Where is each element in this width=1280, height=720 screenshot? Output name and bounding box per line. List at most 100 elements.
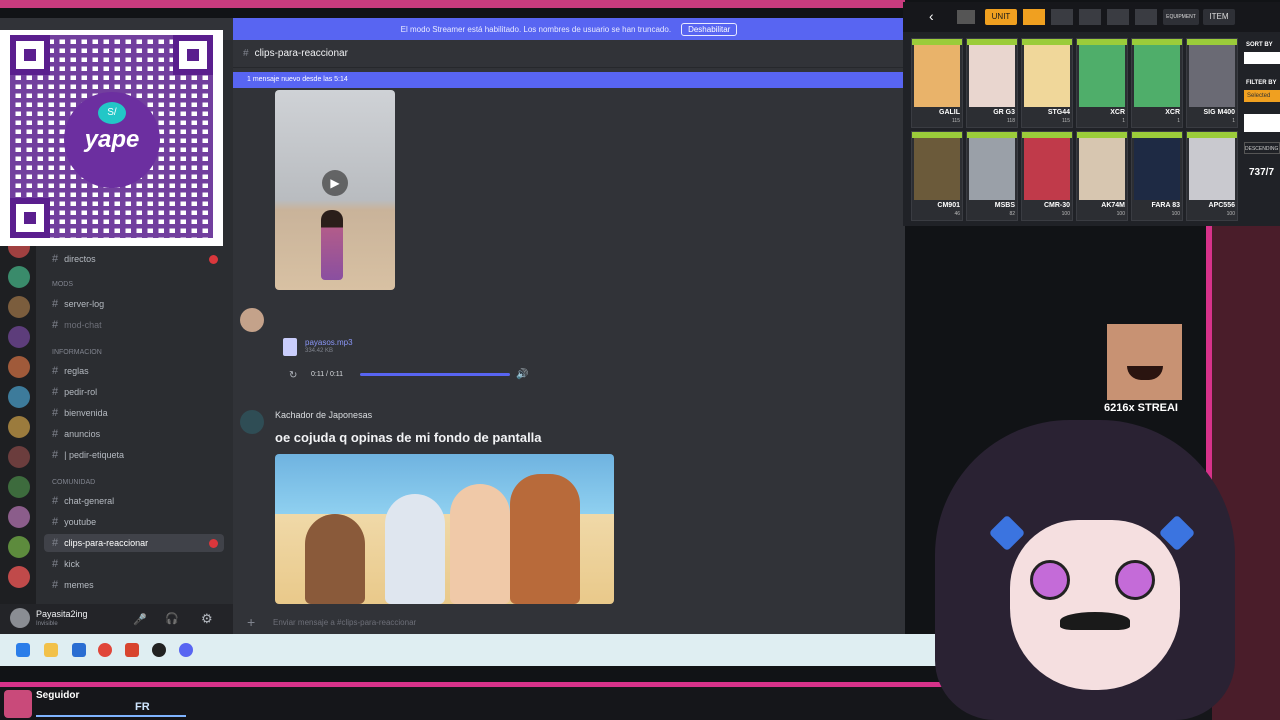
hash-icon: #	[52, 319, 59, 331]
unit-card[interactable]: STG44 115	[1021, 38, 1073, 128]
disable-streamer-mode-button[interactable]: Deshabilitar	[681, 22, 738, 36]
chrome-icon[interactable]	[98, 643, 112, 657]
store-icon[interactable]	[72, 643, 86, 657]
file-explorer-icon[interactable]	[44, 643, 58, 657]
unit-card[interactable]: CM901 46	[911, 131, 963, 221]
server-icon[interactable]	[8, 506, 30, 528]
unit-card[interactable]: AK74M 100	[1076, 131, 1128, 221]
audio-filename[interactable]: payasos.mp3	[305, 338, 353, 347]
user-panel: Payasita2ing Invisible 🎤 🎧 ⚙	[0, 604, 233, 634]
unit-portrait	[1079, 138, 1125, 200]
server-icon[interactable]	[8, 326, 30, 348]
mute-icon[interactable]: 🎤	[133, 613, 147, 626]
audio-progress[interactable]	[360, 373, 510, 376]
unit-card[interactable]: SIG M400 1	[1186, 38, 1238, 128]
channel-pedir-etiqueta[interactable]: # | pedir-etiqueta	[44, 446, 224, 464]
message-text: oe cojuda q opinas de mi fondo de pantal…	[275, 430, 542, 445]
printer-icon[interactable]	[957, 10, 975, 24]
unit-portrait	[1024, 138, 1070, 200]
channel-mod-chat[interactable]: # mod-chat	[44, 316, 224, 334]
follower-alert-label: Seguidor	[36, 690, 80, 701]
unit-card[interactable]: CMR-30 100	[1021, 131, 1073, 221]
qr-finder	[173, 35, 213, 75]
brave-icon[interactable]	[125, 643, 139, 657]
currency-badge: S/	[98, 102, 126, 124]
channel-kick[interactable]: # kick	[44, 555, 224, 573]
follower-avatar	[4, 690, 32, 718]
hash-icon: #	[52, 516, 59, 528]
channel-chat-general[interactable]: # chat-general	[44, 492, 224, 510]
server-icon[interactable]	[8, 266, 30, 288]
hash-icon: #	[52, 386, 59, 398]
replay-icon[interactable]: ↻	[289, 370, 297, 381]
chat-header: # clips-para-reaccionar	[233, 40, 905, 68]
class-filter-icon[interactable]	[1079, 9, 1101, 25]
channel-label: chat-general	[64, 496, 115, 506]
start-icon[interactable]	[16, 643, 30, 657]
message-avatar[interactable]	[240, 308, 264, 332]
unit-card[interactable]: MSBS 82	[966, 131, 1018, 221]
channel-pedir-rol[interactable]: # pedir-rol	[44, 383, 224, 401]
channel-bienvenida[interactable]: # bienvenida	[44, 404, 224, 422]
volume-icon[interactable]: 🔊	[516, 369, 528, 380]
channel-clips-para-reaccionar[interactable]: # clips-para-reaccionar	[44, 534, 224, 552]
class-filter-icon[interactable]	[1135, 9, 1157, 25]
tab-equipment[interactable]: EQUIPMENT	[1163, 9, 1199, 25]
sort-dropdown[interactable]	[1244, 52, 1280, 64]
image-attachment[interactable]	[275, 454, 614, 604]
server-icon[interactable]	[8, 476, 30, 498]
category-comunidad[interactable]: COMUNIDAD	[52, 479, 95, 486]
composer-placeholder: Enviar mensaje a #clips-para-reaccionar	[273, 618, 417, 627]
add-attachment-icon[interactable]: +	[247, 614, 255, 630]
vtuber-mustache	[1060, 612, 1130, 630]
back-icon[interactable]: ‹	[929, 8, 934, 24]
message-avatar[interactable]	[240, 410, 264, 434]
server-icon[interactable]	[8, 386, 30, 408]
sort-by-label: SORT BY	[1246, 42, 1273, 48]
server-icon[interactable]	[8, 356, 30, 378]
class-filter-icon[interactable]	[1023, 9, 1045, 25]
channel-reglas[interactable]: # reglas	[44, 362, 224, 380]
category-informacion[interactable]: INFORMACION	[52, 349, 102, 356]
discord-icon[interactable]	[179, 643, 193, 657]
server-icon[interactable]	[8, 536, 30, 558]
channel-server-log[interactable]: # server-log	[44, 295, 224, 313]
filter-dropdown[interactable]: Selected	[1244, 90, 1280, 102]
message-author[interactable]: Kachador de Japonesas	[275, 410, 372, 420]
unit-card[interactable]: GALIL 115	[911, 38, 963, 128]
unit-level: 100	[1226, 211, 1235, 217]
game-toolbar: ‹ UNIT EQUIPMENT ITEM	[903, 2, 1280, 32]
server-icon[interactable]	[8, 446, 30, 468]
video-attachment[interactable]: ▶	[275, 90, 395, 290]
channel-memes[interactable]: # memes	[44, 576, 224, 594]
headphones-icon[interactable]: 🎧	[165, 612, 179, 625]
tab-unit[interactable]: UNIT	[985, 9, 1017, 25]
tab-item[interactable]: ITEM	[1203, 9, 1235, 25]
descending-toggle[interactable]: DESCENDING	[1244, 142, 1280, 154]
play-icon[interactable]: ▶	[322, 170, 348, 196]
lock-filter-button[interactable]	[1244, 114, 1280, 132]
gear-icon[interactable]: ⚙	[201, 611, 213, 627]
class-filter-icon[interactable]	[1051, 9, 1073, 25]
channel-directos[interactable]: # directos	[44, 250, 224, 268]
unit-portrait	[1079, 45, 1125, 107]
server-icon[interactable]	[8, 296, 30, 318]
unit-card[interactable]: GR G3 118	[966, 38, 1018, 128]
obs-icon[interactable]	[152, 643, 166, 657]
new-messages-bar[interactable]: 1 mensaje nuevo desde las 5:14	[233, 72, 905, 88]
channel-anuncios[interactable]: # anuncios	[44, 425, 224, 443]
category-mods[interactable]: MODS	[52, 281, 73, 288]
user-avatar[interactable]	[10, 608, 30, 628]
unit-name: APC556	[1208, 202, 1235, 209]
message-composer[interactable]: + Enviar mensaje a #clips-para-reacciona…	[233, 610, 905, 634]
channel-youtube[interactable]: # youtube	[44, 513, 224, 531]
unit-card[interactable]: APC556 100	[1186, 131, 1238, 221]
server-icon[interactable]	[8, 416, 30, 438]
channel-label: pedir-rol	[64, 387, 98, 397]
unit-card[interactable]: FARA 83 100	[1131, 131, 1183, 221]
server-icon[interactable]	[8, 566, 30, 588]
unit-card[interactable]: XCR 1	[1131, 38, 1183, 128]
channel-label: | pedir-etiqueta	[64, 450, 125, 460]
unit-card[interactable]: XCR 1	[1076, 38, 1128, 128]
class-filter-icon[interactable]	[1107, 9, 1129, 25]
